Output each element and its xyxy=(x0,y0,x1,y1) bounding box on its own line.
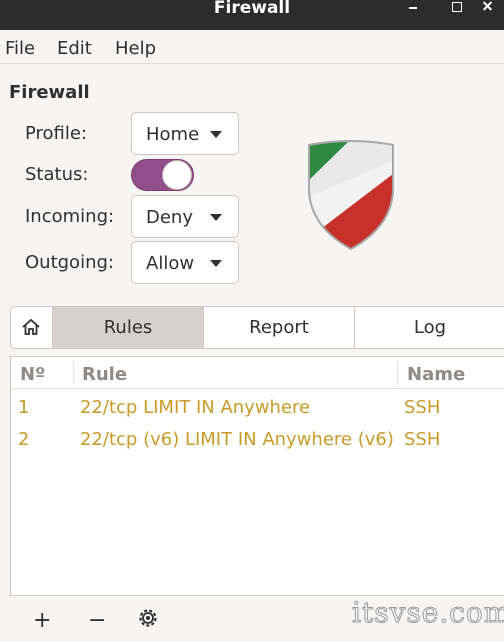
profile-label: Profile: xyxy=(25,123,88,144)
chevron-down-icon xyxy=(210,260,222,267)
remove-rule-button[interactable]: − xyxy=(88,608,106,633)
table-row[interactable]: 2 22/tcp (v6) LIMIT IN Anywhere (v6) SSH xyxy=(11,423,504,455)
rule-number: 2 xyxy=(18,429,30,450)
home-icon xyxy=(22,318,40,335)
profile-value: Home xyxy=(146,124,200,145)
tab-rules[interactable]: Rules xyxy=(52,307,203,348)
menu-help[interactable]: Help xyxy=(115,38,156,59)
section-title: Firewall xyxy=(9,82,90,103)
column-header-number[interactable]: Nº xyxy=(20,364,45,385)
column-header-name[interactable]: Name xyxy=(407,364,465,385)
add-rule-button[interactable]: + xyxy=(33,608,51,633)
menu-bar: File Edit Help xyxy=(0,30,504,64)
tab-bar: Rules Report Log xyxy=(10,306,504,349)
rule-settings-button[interactable] xyxy=(137,607,159,635)
rules-list[interactable]: Nº Rule Name 1 22/tcp LIMIT IN Anywhere … xyxy=(10,356,504,596)
table-row[interactable]: 1 22/tcp LIMIT IN Anywhere SSH xyxy=(11,391,504,423)
status-toggle[interactable] xyxy=(131,159,194,191)
outgoing-label: Outgoing: xyxy=(25,252,114,273)
watermark: itsvse.com xyxy=(351,596,504,630)
toggle-knob xyxy=(162,160,192,190)
window-title: Firewall xyxy=(213,0,291,18)
rule-text: 22/tcp (v6) LIMIT IN Anywhere (v6) xyxy=(80,429,394,450)
gear-icon xyxy=(139,609,157,627)
status-label: Status: xyxy=(25,164,89,185)
firewall-shield-icon xyxy=(308,140,394,251)
rule-number: 1 xyxy=(18,397,30,418)
rule-name: SSH xyxy=(404,397,441,418)
maximize-icon[interactable] xyxy=(445,0,467,18)
column-header-rule[interactable]: Rule xyxy=(82,364,127,385)
menu-edit[interactable]: Edit xyxy=(57,38,92,59)
chevron-down-icon xyxy=(210,131,222,138)
minimize-icon[interactable] xyxy=(402,0,424,18)
profile-dropdown[interactable]: Home xyxy=(131,112,239,155)
incoming-label: Incoming: xyxy=(25,206,115,227)
column-divider xyxy=(397,361,398,385)
menu-file[interactable]: File xyxy=(5,38,35,59)
outgoing-value: Allow xyxy=(146,253,195,274)
tab-report[interactable]: Report xyxy=(203,307,354,348)
title-bar: Firewall xyxy=(0,0,504,30)
close-icon[interactable] xyxy=(477,0,499,18)
rule-name: SSH xyxy=(404,429,441,450)
chevron-down-icon xyxy=(210,214,222,221)
outgoing-dropdown[interactable]: Allow xyxy=(131,241,239,284)
incoming-dropdown[interactable]: Deny xyxy=(131,195,239,238)
column-divider xyxy=(73,361,74,385)
rule-text: 22/tcp LIMIT IN Anywhere xyxy=(80,397,311,418)
tab-log[interactable]: Log xyxy=(354,307,504,348)
list-header: Nº Rule Name xyxy=(11,357,504,389)
incoming-value: Deny xyxy=(146,207,193,228)
tab-home[interactable] xyxy=(11,307,52,348)
